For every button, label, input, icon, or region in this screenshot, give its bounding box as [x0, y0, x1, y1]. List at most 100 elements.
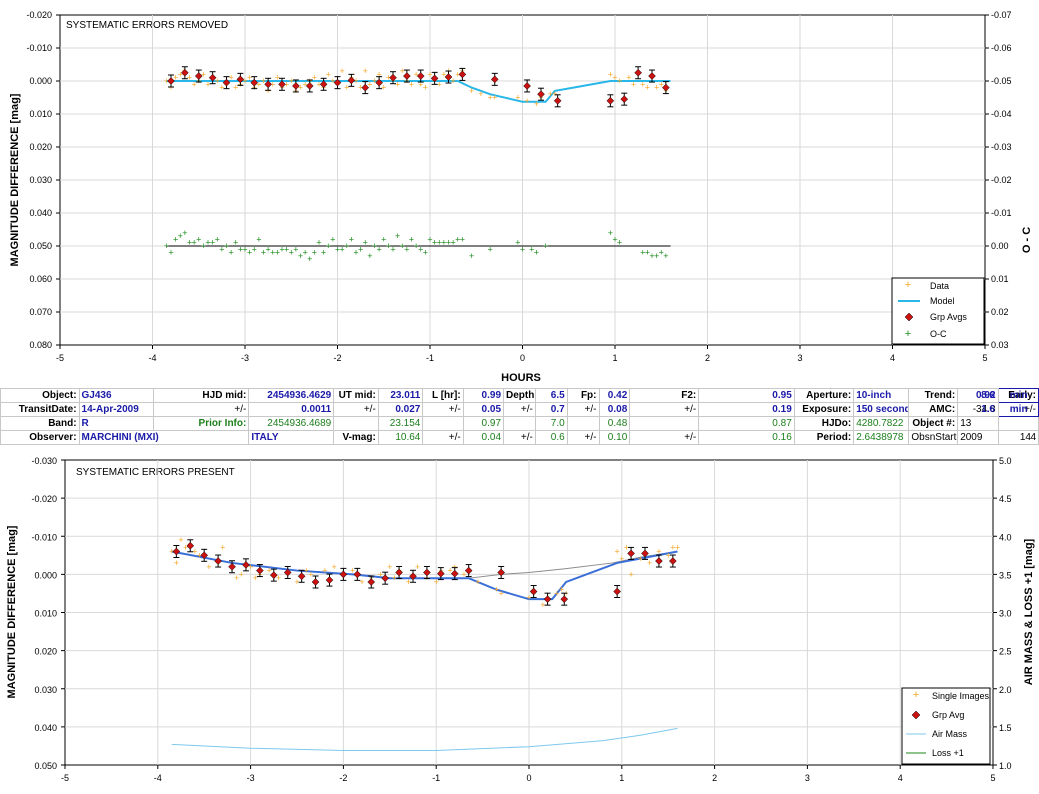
top-y2tick-label: 0.00: [991, 241, 1009, 251]
bottom-ytick-label: 0.050: [34, 761, 57, 771]
top-xtick-label: -1: [426, 353, 434, 363]
single-image-point: +: [675, 543, 680, 553]
f2-pm: +/-: [629, 402, 700, 417]
legend-oc-marker: +: [905, 328, 911, 340]
f2-label: F2:: [629, 388, 700, 403]
oc-point: +: [182, 228, 187, 238]
legend-data-marker: +: [905, 279, 911, 291]
top-ytick-label: 0.080: [29, 340, 52, 350]
prior-f2: 0.87: [698, 416, 795, 431]
oc-point: +: [520, 244, 525, 254]
hjd-err: 0.0011: [248, 402, 335, 417]
bottom-y2tick-label: 3.0: [999, 609, 1012, 619]
top-xtick-label: -2: [333, 353, 341, 363]
data-point: +: [423, 83, 428, 93]
top-xtick-label: 1: [612, 353, 617, 363]
data-point: +: [289, 76, 294, 86]
data-point: +: [201, 69, 206, 79]
bottom-xtick-label: 0: [526, 773, 531, 783]
fp-err: 0.08: [598, 402, 631, 417]
data-point: +: [515, 93, 520, 103]
top-xlabel: HOURS: [501, 372, 541, 384]
data-point: +: [413, 69, 418, 79]
bottom-ytick-label: -0.030: [31, 456, 57, 466]
ut-mid-value: 23.011: [377, 388, 424, 403]
bottom-legend: + Single Images Grp Avg Air Mass Loss +1: [901, 687, 991, 765]
info-row-2: TransitDate: 14-Apr-2009 +/- 0.0011 +/- …: [0, 402, 1039, 417]
data-point: +: [645, 83, 650, 93]
observer-label: Observer:: [0, 430, 80, 445]
legend-loss-label: Loss +1: [932, 748, 964, 758]
r3-f2-err: 0.16: [698, 430, 795, 445]
oc-point: +: [469, 251, 474, 261]
data-point: +: [363, 66, 368, 76]
legend-grp-label: Grp Avgs: [930, 312, 967, 322]
oc-point: +: [395, 231, 400, 241]
l-value: 0.99: [462, 388, 505, 403]
oc-point: +: [330, 234, 335, 244]
depth-pm: +/-: [503, 402, 536, 417]
early-unit: min: [1009, 390, 1028, 401]
depth-label: Depth:: [503, 388, 536, 403]
depth-value: 6.5: [534, 388, 568, 403]
top-y2tick-label: 0.03: [991, 340, 1009, 350]
prior-label: Prior Info:: [152, 416, 250, 431]
oc-point: +: [363, 238, 368, 248]
prior-l: 0.97: [462, 416, 505, 431]
top-ytick-label: 0.030: [29, 175, 52, 185]
top-ytick-label: -0.010: [26, 43, 52, 53]
bottom-y2tick-label: 1.5: [999, 723, 1012, 733]
top-ytick-label: 0.060: [29, 274, 52, 284]
bottom-ytick-label: 0.010: [34, 609, 57, 619]
top-chart: SYSTEMATIC ERRORS REMOVED -5 -4 -3 -2 -1 0 1 2 3…: [9, 10, 1033, 384]
bottom-y2tick-label: 4.0: [999, 532, 1012, 542]
data-point: +: [381, 83, 386, 93]
vmag-pm: +/-: [422, 430, 464, 445]
bottom-ylabel: MAGNITUDE DIFFERENCE [mag]: [6, 525, 18, 698]
oc-point: +: [367, 251, 372, 261]
single-image-point: +: [499, 588, 504, 598]
vmag-value: 10.64: [377, 430, 424, 445]
ut-pm: +/-: [333, 402, 379, 417]
single-image-point: +: [434, 577, 439, 587]
single-image-point: +: [628, 569, 633, 579]
top-y2tick-label: -0.05: [991, 76, 1012, 86]
country-value: ITALY: [248, 430, 335, 445]
legend-single-label: Single Images: [932, 691, 990, 701]
top-xtick-label: 0: [520, 353, 525, 363]
data-point: +: [469, 86, 474, 96]
aperture-label: Aperture:: [793, 388, 855, 403]
top-ylabel: MAGNITUDE DIFFERENCE [mag]: [9, 93, 21, 266]
oc-point: +: [617, 238, 622, 248]
top-ytick-label: 0.070: [29, 307, 52, 317]
bottom-y2tick-label: 2.5: [999, 647, 1012, 657]
oc-point: +: [256, 234, 261, 244]
data-point: +: [409, 79, 414, 89]
top-xtick-label: 3: [797, 353, 802, 363]
l-pm: +/-: [422, 402, 464, 417]
l-err: 0.05: [462, 402, 505, 417]
info-row-4: Observer: MARCHINI (MXI) ITALY V-mag: 10…: [0, 430, 1039, 445]
data-point: +: [400, 66, 405, 76]
oc-point: +: [252, 244, 257, 254]
oc-point: +: [316, 238, 321, 248]
object-label: Object:: [0, 388, 80, 403]
data-point: +: [275, 73, 280, 83]
legend-oc-label: O-C: [930, 329, 947, 339]
oc-point: +: [390, 244, 395, 254]
r3-fp-err: 0.10: [598, 430, 631, 445]
data-point: +: [344, 83, 349, 93]
oc-point: +: [215, 234, 220, 244]
data-point: +: [552, 89, 557, 99]
obs-day: 14: [1019, 432, 1031, 443]
r3-depth-pm: +/-: [503, 430, 536, 445]
legend-airmass-label: Air Mass: [932, 729, 968, 739]
bottom-y2label: AIR MASS & LOSS +1 [mag]: [1023, 538, 1035, 685]
data-point: +: [617, 76, 622, 86]
observer-value: MARCHINI (MXI): [78, 430, 250, 445]
oc-point: +: [168, 248, 173, 258]
period-label: Period:: [793, 430, 855, 445]
top-ytick-label: 0.020: [29, 142, 52, 152]
oc-point: +: [487, 244, 492, 254]
info-row-1: Object: GJ436 HJD mid: 2454936.4629 UT m…: [0, 388, 1039, 403]
